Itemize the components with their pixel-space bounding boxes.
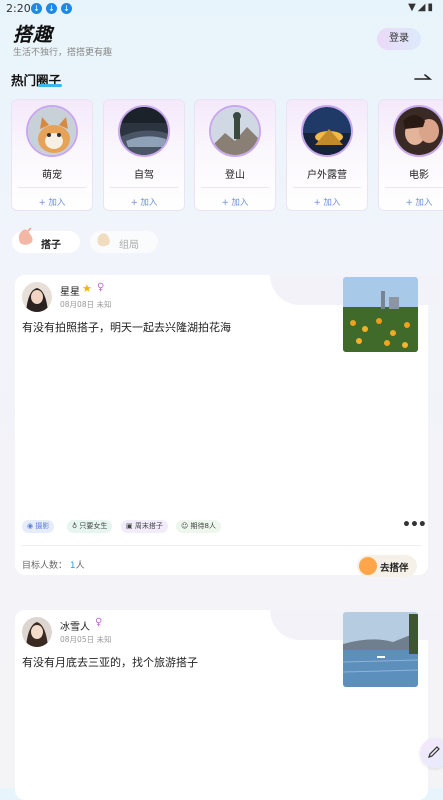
join-button[interactable]: + 加入 [287, 196, 367, 208]
divider [385, 187, 443, 188]
circle-card-movie[interactable]: 电影 + 加入 [378, 99, 443, 211]
divider [201, 187, 269, 188]
hand-icon [97, 233, 110, 247]
star-icon: ★ [82, 282, 92, 295]
post-photo-overlay[interactable] [343, 277, 418, 352]
divider [110, 187, 178, 188]
post-photo[interactable] [343, 612, 418, 687]
circle-name: 登山 [225, 170, 245, 181]
emoji-icon [359, 557, 377, 575]
circle-image-movie [393, 105, 443, 157]
target-unit: 人 [75, 561, 85, 571]
avatar[interactable] [22, 282, 52, 312]
circle-image-hiking [209, 105, 261, 157]
tag-label: 周末搭子 [134, 522, 163, 530]
circle-image-driving [118, 105, 170, 157]
circle-name: 萌宠 [42, 170, 62, 181]
target-label: 目标人数： [22, 561, 68, 571]
join-button[interactable]: + 加入 [12, 196, 92, 208]
status-right-icons: ▼◢▮ [408, 2, 435, 13]
join-button[interactable]: + 加入 [379, 196, 443, 208]
circle-image-pets [26, 105, 78, 157]
username: 冰雪人 [60, 622, 90, 633]
app-title: 搭趣 [13, 24, 54, 46]
tab-label: 搭子 [41, 240, 61, 251]
hand-wave-icon [18, 227, 33, 245]
target-count: 目标人数： 1人 [22, 558, 85, 571]
post-date: 08月08日 未知 [60, 300, 112, 309]
divider [293, 187, 361, 188]
download-icon: ↓ [31, 3, 42, 14]
tab-partner[interactable]: 搭子 [12, 227, 80, 253]
circle-name: 自驾 [134, 170, 154, 181]
tag-expect: ☺ 期待8人 [176, 520, 221, 533]
post-date: 08月05日 未知 [60, 635, 112, 644]
circle-card-pets[interactable]: 萌宠 + 加入 [11, 99, 93, 211]
join-button[interactable]: + 加入 [195, 196, 275, 208]
login-button[interactable]: 登录 [377, 28, 421, 50]
download-icon: ↓ [46, 3, 57, 14]
edit-icon [428, 746, 440, 758]
female-icon: ♀ [97, 282, 105, 293]
divider [22, 545, 421, 546]
circle-image-camping [301, 105, 353, 157]
battery-icon: ▮ [427, 2, 435, 13]
female-icon: ♀ [95, 617, 103, 628]
download-icon: ↓ [61, 3, 72, 14]
title-underline [38, 84, 62, 87]
status-time: 2:20 [6, 2, 31, 15]
join-partner-label: 去搭伴 [380, 563, 409, 574]
post-text: 有没有拍照搭子，明天一起去兴隆湖拍花海 [22, 321, 231, 334]
circle-name: 电影 [409, 170, 429, 181]
username: 星星 [60, 287, 80, 298]
circle-card-hiking[interactable]: 登山 + 加入 [194, 99, 276, 211]
app-subtitle: 生活不独行，搭搭更有趣 [13, 48, 113, 58]
avatar[interactable] [22, 617, 52, 647]
join-button[interactable]: + 加入 [104, 196, 184, 208]
tag-women-only: ♁ 只要女生 [67, 520, 113, 533]
divider [18, 187, 86, 188]
tab-group[interactable]: 组局 [90, 231, 158, 253]
status-bar: 2:20 ↓ ↓ ↓ ▼◢▮ [0, 0, 443, 18]
arrow-right-icon[interactable] [414, 72, 432, 82]
tag-label: 期待8人 [190, 522, 216, 530]
tag-weekend: ▣ 周末搭子 [121, 520, 168, 533]
wifi-icon: ▼ [408, 2, 418, 13]
circle-name: 户外露营 [307, 170, 347, 181]
create-post-button[interactable] [420, 738, 443, 768]
tag-label: 只要女生 [79, 522, 108, 530]
circle-card-driving[interactable]: 自驾 + 加入 [103, 99, 185, 211]
post-text: 有没有月底去三亚的，找个旅游搭子 [22, 656, 198, 669]
tag-label: 摄影 [35, 522, 50, 530]
circle-card-camping[interactable]: 户外露营 + 加入 [286, 99, 368, 211]
tab-label: 组局 [119, 240, 139, 251]
tag-photography: ◉ 摄影 [22, 520, 55, 533]
join-partner-button[interactable]: 去搭伴 [357, 555, 417, 577]
more-icon[interactable]: ••• [402, 517, 427, 533]
